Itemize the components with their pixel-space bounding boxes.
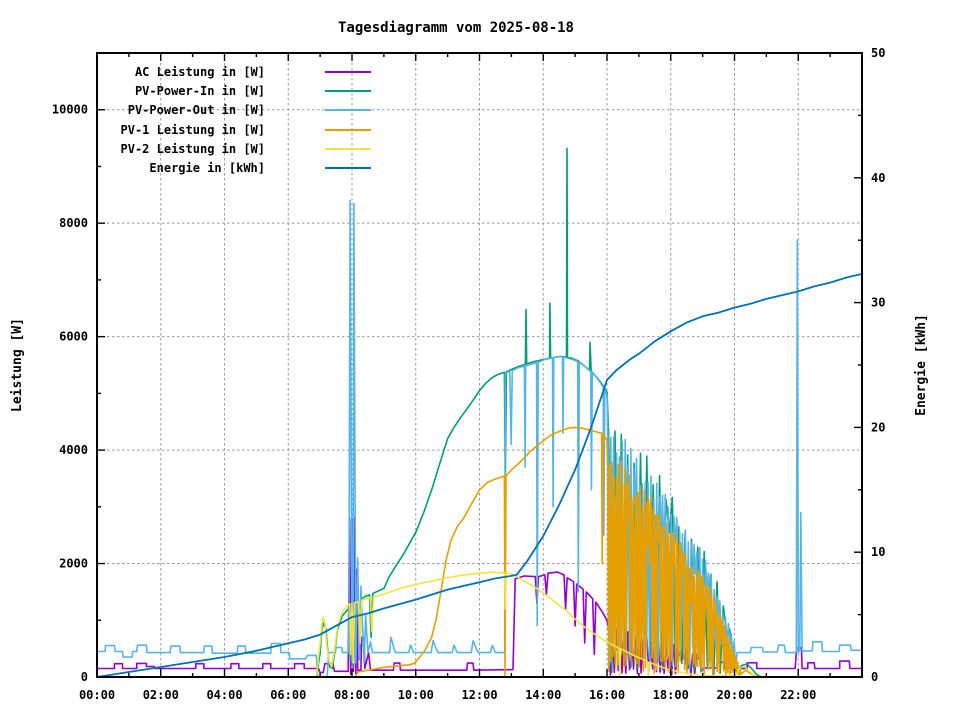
y-axis-label-left: Leistung [W] bbox=[10, 285, 26, 445]
svg-text:10000: 10000 bbox=[52, 103, 88, 117]
legend-line-sample-pv2 bbox=[325, 148, 371, 150]
legend-label-pv1: PV-1 Leistung in [W] bbox=[97, 123, 265, 137]
chart-title: Tagesdiagramm vom 2025-08-18 bbox=[0, 20, 912, 36]
legend-label-energie: Energie in [kWh] bbox=[97, 161, 265, 175]
svg-text:10:00: 10:00 bbox=[398, 688, 434, 702]
legend-item-energie: Energie in [kWh] bbox=[97, 158, 371, 177]
legend-item-ac: AC Leistung in [W] bbox=[97, 62, 371, 81]
legend-line-sample-pv-in bbox=[325, 90, 371, 92]
svg-text:14:00: 14:00 bbox=[525, 688, 561, 702]
legend-line-sample-energie bbox=[325, 167, 371, 169]
svg-text:22:00: 22:00 bbox=[780, 688, 816, 702]
svg-text:2000: 2000 bbox=[59, 557, 88, 571]
svg-text:12:00: 12:00 bbox=[461, 688, 497, 702]
series-lines bbox=[97, 148, 862, 677]
svg-text:06:00: 06:00 bbox=[270, 688, 306, 702]
svg-text:8000: 8000 bbox=[59, 216, 88, 230]
legend-line-sample-ac bbox=[325, 71, 371, 73]
svg-text:40: 40 bbox=[871, 171, 885, 185]
svg-text:04:00: 04:00 bbox=[206, 688, 242, 702]
svg-text:0: 0 bbox=[81, 670, 88, 684]
svg-text:18:00: 18:00 bbox=[653, 688, 689, 702]
svg-text:10: 10 bbox=[871, 545, 885, 559]
svg-text:6000: 6000 bbox=[59, 330, 88, 344]
svg-text:00:00: 00:00 bbox=[79, 688, 115, 702]
svg-text:4000: 4000 bbox=[59, 443, 88, 457]
legend-label-ac: AC Leistung in [W] bbox=[97, 65, 265, 79]
legend-line-sample-pv1 bbox=[325, 129, 371, 131]
legend-item-pv1: PV-1 Leistung in [W] bbox=[97, 120, 371, 139]
svg-text:16:00: 16:00 bbox=[589, 688, 625, 702]
svg-text:08:00: 08:00 bbox=[334, 688, 370, 702]
svg-text:20: 20 bbox=[871, 420, 885, 434]
svg-text:20:00: 20:00 bbox=[716, 688, 752, 702]
svg-text:30: 30 bbox=[871, 296, 885, 310]
chart-page: Tagesdiagramm vom 2025-08-18 Leistung [W… bbox=[0, 0, 960, 720]
legend-label-pv2: PV-2 Leistung in [W] bbox=[97, 142, 265, 156]
chart-legend: AC Leistung in [W] PV-Power-In in [W] PV-P… bbox=[97, 62, 371, 178]
legend-item-pv-in: PV-Power-In in [W] bbox=[97, 81, 371, 100]
legend-item-pv2: PV-2 Leistung in [W] bbox=[97, 139, 371, 158]
legend-line-sample-pv-out bbox=[325, 109, 371, 111]
svg-text:0: 0 bbox=[871, 670, 878, 684]
legend-label-pv-in: PV-Power-In in [W] bbox=[97, 84, 265, 98]
y-axis-label-right: Energie [kWh] bbox=[914, 285, 930, 445]
svg-text:02:00: 02:00 bbox=[143, 688, 179, 702]
legend-label-pv-out: PV-Power-Out in [W] bbox=[97, 103, 265, 117]
svg-text:50: 50 bbox=[871, 46, 885, 60]
legend-item-pv-out: PV-Power-Out in [W] bbox=[97, 101, 371, 120]
